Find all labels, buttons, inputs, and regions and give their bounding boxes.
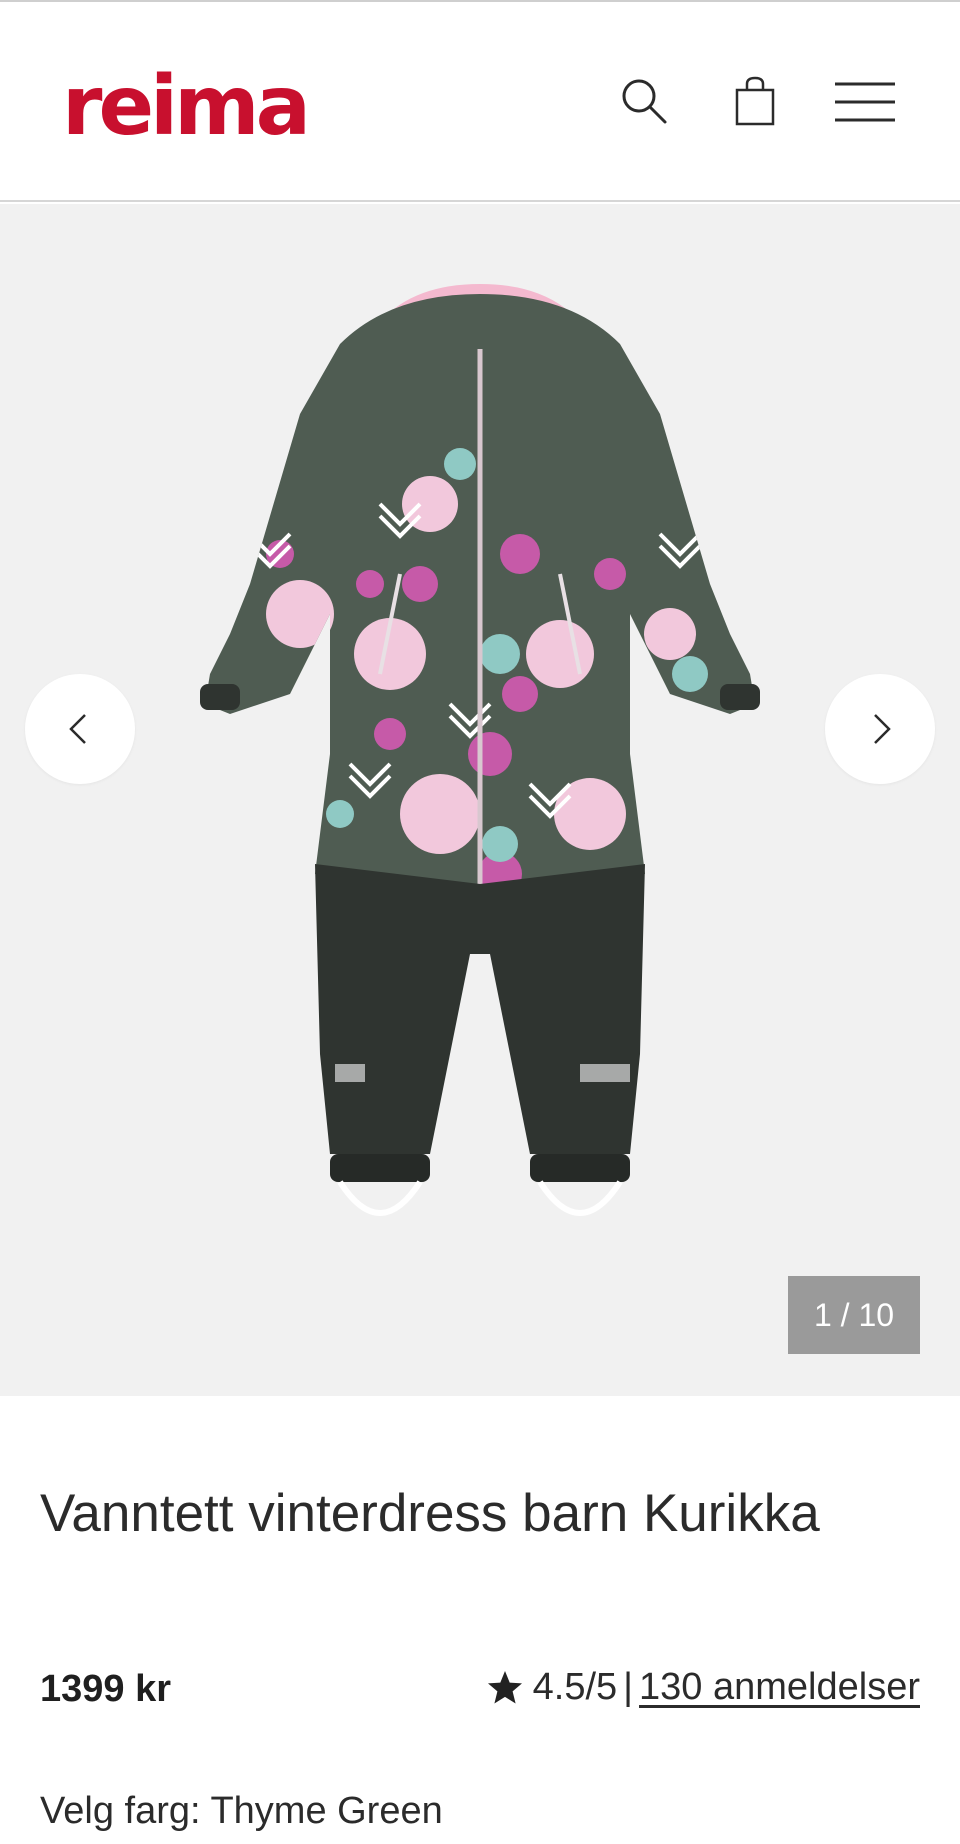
chevron-right-icon — [874, 714, 891, 744]
shopping-bag-icon[interactable] — [725, 72, 785, 132]
color-selector-label: Velg farg: Thyme Green — [40, 1790, 443, 1833]
chevron-left-icon — [69, 714, 86, 744]
rating-value: 4.5/5 — [532, 1666, 618, 1708]
product-price: 1399 kr — [40, 1668, 172, 1710]
search-icon[interactable] — [615, 72, 675, 132]
product-image — [190, 254, 770, 1294]
star-icon — [485, 1668, 525, 1708]
site-header: reima — [0, 2, 960, 202]
gallery-next-button[interactable] — [825, 674, 935, 784]
selected-color: Thyme Green — [210, 1790, 443, 1832]
product-rating: 4.5/5 | 130 anmeldelser — [485, 1666, 920, 1709]
menu-icon[interactable] — [835, 72, 895, 132]
color-label: Velg farg: — [40, 1790, 201, 1832]
brand-logo[interactable]: reima — [62, 66, 311, 148]
product-gallery[interactable]: 1 / 10 — [0, 204, 960, 1396]
gallery-counter: 1 / 10 — [788, 1276, 920, 1354]
reviews-link[interactable]: 130 anmeldelser — [639, 1666, 920, 1709]
gallery-prev-button[interactable] — [25, 674, 135, 784]
product-title: Vanntett vinterdress barn Kurikka — [40, 1484, 820, 1543]
rating-separator: | — [623, 1666, 634, 1708]
